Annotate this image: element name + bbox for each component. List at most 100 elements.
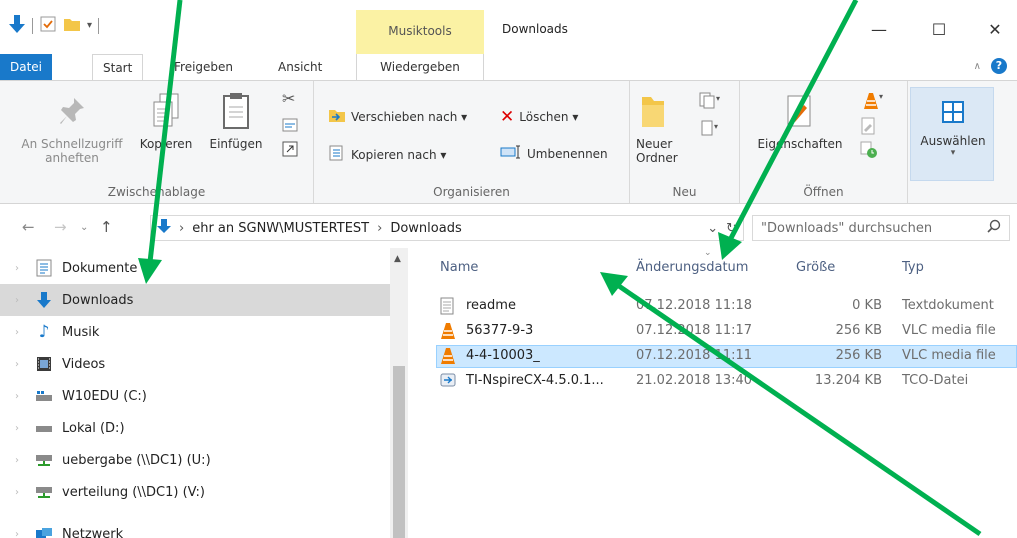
sidebar-item-d-drive[interactable]: › Lokal (D:): [0, 412, 390, 444]
maximize-button[interactable]: ☐: [916, 18, 962, 42]
history-button[interactable]: [860, 141, 878, 162]
customize-dropdown-icon[interactable]: ▾: [87, 20, 92, 31]
new-item-button[interactable]: ▾: [698, 91, 720, 112]
sidebar-item-videos[interactable]: › Videos: [0, 348, 390, 380]
scroll-up-arrow-icon[interactable]: ▲: [394, 254, 401, 264]
document-icon: [34, 259, 54, 277]
vlc-icon: [440, 347, 456, 369]
paste-label: Einfügen: [209, 137, 263, 151]
tab-start[interactable]: Start: [92, 54, 144, 81]
column-header-type[interactable]: Typ: [902, 260, 924, 275]
new-folder-icon[interactable]: [63, 15, 81, 36]
column-header-date[interactable]: Änderungsdatum: [636, 260, 748, 275]
address-dropdown-icon[interactable]: ⌄: [707, 221, 718, 236]
address-bar[interactable]: › ehr an SGNW\MUSTERTEST › Downloads ⌄ ↻: [150, 215, 744, 241]
properties-button[interactable]: Eigenschaften: [750, 91, 850, 151]
sidebar-item-u-drive[interactable]: › uebergabe (\\DC1) (U:): [0, 444, 390, 476]
breadcrumb-segment-downloads[interactable]: Downloads: [390, 221, 461, 236]
search-box[interactable]: "Downloads" durchsuchen: [752, 215, 1010, 241]
expand-chevron-icon[interactable]: ›: [0, 295, 34, 306]
paste-button[interactable]: Einfügen: [206, 91, 266, 151]
search-input[interactable]: "Downloads" durchsuchen: [761, 221, 932, 236]
expand-chevron-icon[interactable]: ›: [0, 455, 34, 466]
move-to-button[interactable]: Verschieben nach ▾: [328, 107, 467, 126]
group-open: Eigenschaften ▾ Öffnen: [740, 81, 908, 203]
video-icon: [34, 355, 54, 373]
recent-locations-icon[interactable]: ⌄: [80, 222, 88, 233]
file-size: 0 KB: [852, 298, 882, 313]
sidebar-item-label: Netzwerk: [62, 526, 124, 538]
edit-button[interactable]: [860, 117, 876, 138]
copy-path-button[interactable]: [282, 117, 298, 136]
delete-button[interactable]: ✕ Löschen ▾: [500, 107, 578, 127]
file-row[interactable]: 56377-9-3 07.12.2018 11:17 256 KB VLC me…: [436, 320, 1017, 343]
file-size: 13.204 KB: [814, 373, 882, 388]
select-grid-icon: [936, 96, 970, 128]
copy-icon: [149, 91, 183, 131]
easy-access-button[interactable]: ▾: [698, 119, 720, 140]
rename-button[interactable]: Umbenennen: [500, 145, 608, 162]
sidebar-item-netzwerk[interactable]: › Netzwerk: [0, 518, 390, 538]
tab-file[interactable]: Datei: [0, 54, 52, 80]
file-row[interactable]: 4-4-10003_ 07.12.2018 11:11 256 KB VLC m…: [436, 345, 1017, 368]
download-icon[interactable]: [8, 14, 26, 37]
file-list: ⌄ Name Änderungsdatum Größe Typ readme 0…: [410, 248, 1017, 538]
close-button[interactable]: ✕: [972, 18, 1017, 42]
sidebar-item-label: Videos: [62, 356, 106, 372]
rename-label: Umbenennen: [527, 146, 608, 161]
expand-chevron-icon[interactable]: ›: [0, 359, 34, 370]
toolbar-separator: [32, 17, 33, 34]
search-icon[interactable]: [987, 219, 1001, 237]
sidebar-item-c-drive[interactable]: › W10EDU (C:): [0, 380, 390, 412]
easy-access-icon: ▾: [698, 119, 720, 140]
select-button-content: Auswählen ▾: [911, 96, 995, 158]
file-date: 07.12.2018 11:17: [636, 323, 753, 338]
cut-button[interactable]: ✂: [282, 89, 295, 108]
up-arrow-icon[interactable]: ↑: [100, 218, 113, 236]
file-row[interactable]: readme 07.12.2018 11:18 0 KB Textdokumen…: [436, 295, 1017, 318]
expand-chevron-icon[interactable]: ›: [0, 487, 34, 498]
help-icon[interactable]: ?: [991, 58, 1007, 74]
expand-chevron-icon[interactable]: ›: [0, 391, 34, 402]
column-header-size[interactable]: Größe: [796, 260, 835, 275]
paste-shortcut-icon: [282, 141, 298, 160]
expand-chevron-icon[interactable]: ›: [0, 327, 34, 338]
svg-text:▾: ▾: [714, 122, 718, 131]
sidebar-item-downloads[interactable]: › Downloads: [0, 284, 390, 316]
collapse-ribbon-icon[interactable]: ∧: [974, 61, 981, 72]
new-folder-label-line1: Neuer: [636, 137, 673, 151]
expand-chevron-icon[interactable]: ›: [0, 423, 34, 434]
select-button[interactable]: Auswählen ▾: [910, 87, 994, 181]
refresh-icon[interactable]: ↻: [726, 221, 743, 236]
copy-button[interactable]: Kopieren: [136, 91, 196, 151]
paste-shortcut-button[interactable]: [282, 141, 298, 160]
sidebar-scrollbar-thumb[interactable]: [393, 366, 405, 538]
tabs-right-controls: ∧ ?: [974, 58, 1007, 74]
tab-view[interactable]: Ansicht: [268, 54, 332, 80]
breadcrumb-segment-user[interactable]: ehr an SGNW\MUSTERTEST: [192, 221, 369, 236]
column-header-name[interactable]: Name: [440, 260, 478, 275]
sidebar-item-label: Lokal (D:): [62, 420, 125, 436]
pin-label-line2: anheften: [45, 151, 99, 165]
sidebar-item-v-drive[interactable]: › verteilung (\\DC1) (V:): [0, 476, 390, 508]
tab-play[interactable]: Wiedergeben: [356, 54, 484, 80]
navigation-pane: › Dokumente › Downloads › ♪ Musik › Vide…: [0, 248, 408, 538]
forward-arrow-icon[interactable]: →: [54, 218, 67, 236]
file-name: 4-4-10003_: [466, 348, 540, 363]
sidebar-item-dokumente[interactable]: › Dokumente: [0, 252, 390, 284]
sidebar-item-musik[interactable]: › ♪ Musik: [0, 316, 390, 348]
new-folder-button[interactable]: Neuer Ordner: [636, 91, 690, 165]
open-with-button[interactable]: ▾: [860, 91, 884, 114]
pin-icon: [55, 91, 89, 131]
expand-chevron-icon[interactable]: ›: [0, 529, 34, 538]
minimize-button[interactable]: —: [856, 18, 902, 42]
pin-quick-access-button[interactable]: An Schnellzugriff anheften: [10, 91, 134, 165]
expand-chevron-icon[interactable]: ›: [0, 263, 34, 274]
back-arrow-icon[interactable]: ←: [22, 218, 35, 236]
file-row[interactable]: TI-NspireCX-4.5.0.1... 21.02.2018 13:40 …: [436, 370, 1017, 393]
tab-share[interactable]: Freigeben: [164, 54, 243, 80]
copy-to-button[interactable]: Kopieren nach ▾: [328, 145, 446, 164]
network-drive-icon: [34, 483, 54, 501]
properties-icon[interactable]: [39, 15, 57, 36]
file-type: VLC media file: [902, 348, 996, 363]
